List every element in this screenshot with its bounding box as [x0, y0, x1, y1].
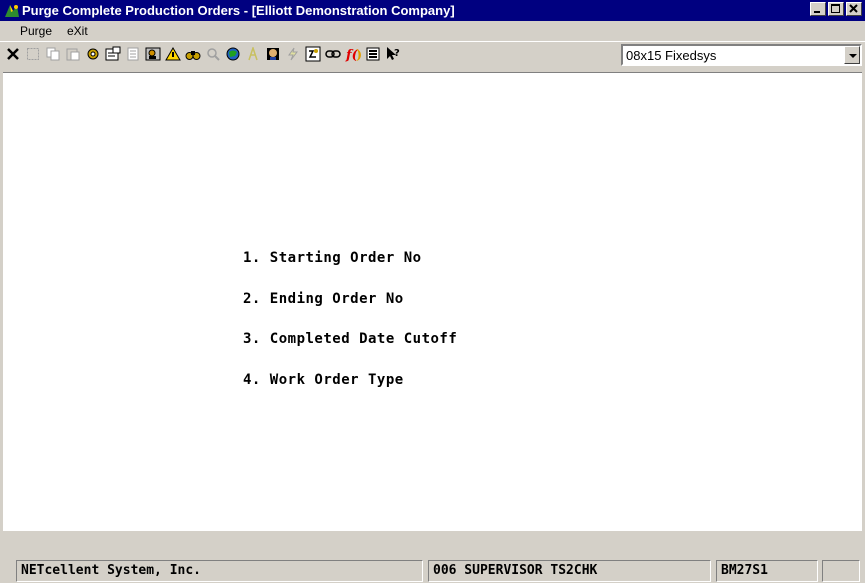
title-bar[interactable]: Purge Complete Production Orders - [Elli…: [0, 0, 865, 21]
status-program: BM27S1: [716, 560, 818, 582]
help-pointer-icon[interactable]: ?: [384, 45, 402, 63]
menu-bar: Purge eXit: [0, 21, 865, 41]
paste-icon[interactable]: [64, 45, 82, 63]
font-icon[interactable]: [244, 45, 262, 63]
field-completed-date-cutoff: 3. Completed Date Cutoff: [243, 331, 458, 347]
maximize-icon: [831, 4, 840, 13]
select-icon[interactable]: [24, 45, 42, 63]
list-icon[interactable]: [364, 45, 382, 63]
font-select[interactable]: 08x15 Fixedsys: [621, 44, 862, 66]
svg-text:): ): [356, 48, 361, 62]
link-icon[interactable]: [324, 45, 342, 63]
close-icon: [849, 4, 858, 13]
menu-exit[interactable]: eXit: [67, 24, 88, 38]
application-window: Purge Complete Production Orders - [Elli…: [0, 0, 865, 583]
status-extra: [822, 560, 860, 582]
close-x-icon[interactable]: [4, 45, 22, 63]
calculator-icon[interactable]: [304, 45, 322, 63]
field-work-order-type: 4. Work Order Type: [243, 372, 404, 388]
chevron-down-icon[interactable]: [844, 46, 860, 64]
properties-icon[interactable]: [104, 45, 122, 63]
user-card-icon[interactable]: [144, 45, 162, 63]
settings-icon[interactable]: [84, 45, 102, 63]
svg-text:?: ?: [394, 48, 400, 59]
minimize-button[interactable]: [810, 2, 826, 16]
search-icon[interactable]: [204, 45, 222, 63]
alert-icon[interactable]: [164, 45, 182, 63]
function-icon[interactable]: f(): [344, 45, 362, 63]
field-starting-order-no: 1. Starting Order No: [243, 250, 422, 266]
lightning-icon[interactable]: [284, 45, 302, 63]
binoculars-icon[interactable]: [184, 45, 202, 63]
face-icon[interactable]: [264, 45, 282, 63]
close-button[interactable]: [846, 2, 862, 16]
minimize-icon: [814, 11, 820, 13]
status-bar: NETcellent System, Inc. 006 SUPERVISOR T…: [0, 548, 865, 583]
field-ending-order-no: 2. Ending Order No: [243, 291, 404, 307]
status-company: NETcellent System, Inc.: [16, 560, 423, 582]
notes-icon[interactable]: [124, 45, 142, 63]
elliott-logo-icon[interactable]: [4, 3, 20, 18]
menu-purge[interactable]: Purge: [20, 24, 52, 38]
status-user: 006 SUPERVISOR TS2CHK: [428, 560, 711, 582]
toolbar: f() ? 08x15 Fixedsys: [0, 41, 865, 67]
maximize-button[interactable]: [828, 2, 844, 16]
window-controls: [808, 2, 862, 16]
copy-icon[interactable]: [44, 45, 62, 63]
globe-icon[interactable]: [224, 45, 242, 63]
font-select-value: 08x15 Fixedsys: [626, 48, 717, 63]
terminal-area[interactable]: 1. Starting Order No 2. Ending Order No …: [3, 72, 862, 531]
window-title: Purge Complete Production Orders - [Elli…: [22, 3, 455, 18]
